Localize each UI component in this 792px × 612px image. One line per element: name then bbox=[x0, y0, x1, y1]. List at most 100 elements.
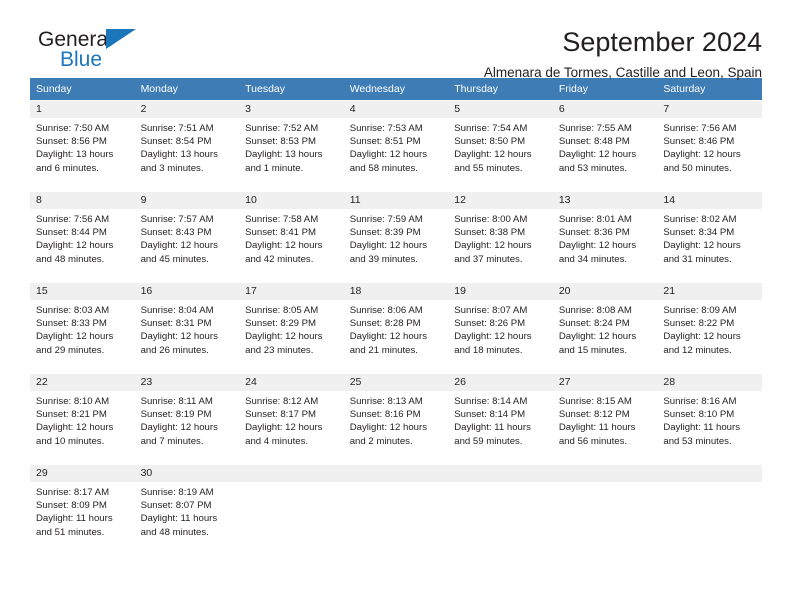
sunrise-text: Sunrise: 8:13 AM bbox=[349, 396, 423, 407]
day-number: 2 bbox=[134, 101, 240, 118]
day-number: 30 bbox=[134, 465, 240, 482]
sunrise-text: Sunrise: 8:12 AM bbox=[245, 396, 319, 407]
calendar-day-cell[interactable]: 30 Sunrise: 8:19 AM Sunset: 8:07 PM Dayligh… bbox=[134, 464, 240, 555]
generalblue-logo[interactable]: General Blue bbox=[30, 26, 150, 78]
sunset-text: Sunset: 8:38 PM bbox=[454, 227, 526, 239]
daylight-text: Daylight: 11 hours and 51 minutes. bbox=[36, 513, 113, 538]
calendar-day-cell[interactable]: 16 Sunrise: 8:04 AM Sunset: 8:31 PM Dayligh… bbox=[134, 282, 240, 374]
sunset-text: Sunset: 8:28 PM bbox=[349, 318, 421, 330]
day-details: Sunrise: 7:59 AM Sunset: 8:39 PM Daylight:… bbox=[344, 209, 449, 266]
day-details: Sunrise: 8:11 AM Sunset: 8:19 PM Daylight:… bbox=[135, 391, 240, 448]
day-cell-inner: 28 Sunrise: 8:16 AM Sunset: 8:10 PM Dayligh… bbox=[657, 374, 762, 464]
day-number: 17 bbox=[239, 283, 344, 300]
sunrise-text: Sunrise: 8:17 AM bbox=[36, 487, 110, 498]
daylight-text: Daylight: 12 hours and 15 minutes. bbox=[558, 331, 637, 356]
day-number: 21 bbox=[657, 283, 762, 300]
calendar-day-cell[interactable]: 26 Sunrise: 8:14 AM Sunset: 8:14 PM Dayligh… bbox=[448, 373, 553, 465]
day-number: 25 bbox=[343, 374, 449, 391]
day-number: 8 bbox=[30, 192, 135, 209]
day-details: Sunrise: 7:57 AM Sunset: 8:43 PM Daylight:… bbox=[135, 209, 240, 266]
calendar-empty-cell bbox=[343, 464, 449, 555]
calendar-day-cell[interactable]: 28 Sunrise: 8:16 AM Sunset: 8:10 PM Dayligh… bbox=[657, 373, 762, 465]
sunrise-text: Sunrise: 7:50 AM bbox=[36, 123, 110, 134]
calendar-day-cell[interactable]: 17 Sunrise: 8:05 AM Sunset: 8:29 PM Dayligh… bbox=[239, 282, 344, 374]
calendar-day-cell[interactable]: 23 Sunrise: 8:11 AM Sunset: 8:19 PM Dayligh… bbox=[134, 373, 240, 465]
calendar-day-cell[interactable]: 18 Sunrise: 8:06 AM Sunset: 8:28 PM Dayligh… bbox=[343, 282, 449, 374]
day-number: 23 bbox=[134, 374, 240, 391]
calendar-day-cell[interactable]: 1 Sunrise: 7:50 AM Sunset: 8:56 PM Daylight… bbox=[30, 100, 135, 192]
calendar-day-cell[interactable]: 22 Sunrise: 8:10 AM Sunset: 8:21 PM Dayligh… bbox=[30, 373, 135, 465]
calendar-day-cell[interactable]: 8 Sunrise: 7:56 AM Sunset: 8:44 PM Daylight… bbox=[30, 191, 135, 283]
calendar-week-row: 29 Sunrise: 8:17 AM Sunset: 8:09 PM Dayligh… bbox=[30, 464, 762, 555]
sunset-text: Sunset: 8:34 PM bbox=[663, 227, 735, 239]
calendar-day-cell[interactable]: 11 Sunrise: 7:59 AM Sunset: 8:39 PM Dayligh… bbox=[343, 191, 449, 283]
calendar-day-cell[interactable]: 14 Sunrise: 8:02 AM Sunset: 8:34 PM Dayligh… bbox=[657, 191, 762, 283]
day-number: 27 bbox=[552, 374, 658, 391]
sunset-text: Sunset: 8:24 PM bbox=[558, 318, 630, 330]
day-cell-inner: 29 Sunrise: 8:17 AM Sunset: 8:09 PM Dayligh… bbox=[30, 465, 135, 555]
calendar-day-cell[interactable]: 2 Sunrise: 7:51 AM Sunset: 8:54 PM Daylight… bbox=[134, 100, 240, 192]
calendar-day-cell[interactable]: 21 Sunrise: 8:09 AM Sunset: 8:22 PM Dayligh… bbox=[657, 282, 762, 374]
daylight-text: Daylight: 12 hours and 10 minutes. bbox=[36, 422, 114, 447]
calendar-day-cell[interactable]: 27 Sunrise: 8:15 AM Sunset: 8:12 PM Dayligh… bbox=[552, 373, 658, 465]
sunset-text: Sunset: 8:46 PM bbox=[663, 136, 735, 148]
sunrise-text: Sunrise: 7:57 AM bbox=[140, 214, 214, 225]
day-number: 10 bbox=[239, 192, 344, 209]
sunset-text: Sunset: 8:14 PM bbox=[454, 409, 526, 421]
day-cell-inner: 25 Sunrise: 8:13 AM Sunset: 8:16 PM Dayligh… bbox=[343, 374, 449, 464]
calendar-day-cell[interactable]: 5 Sunrise: 7:54 AM Sunset: 8:50 PM Daylight… bbox=[448, 100, 553, 192]
day-number bbox=[657, 465, 762, 482]
sunset-text: Sunset: 8:12 PM bbox=[558, 409, 630, 421]
day-number: 16 bbox=[134, 283, 240, 300]
sunset-text: Sunset: 8:48 PM bbox=[558, 136, 630, 148]
day-details: Sunrise: 8:09 AM Sunset: 8:22 PM Daylight:… bbox=[657, 300, 762, 357]
day-number bbox=[343, 465, 449, 482]
day-cell-inner: 21 Sunrise: 8:09 AM Sunset: 8:22 PM Dayligh… bbox=[657, 283, 762, 373]
calendar-day-cell[interactable]: 19 Sunrise: 8:07 AM Sunset: 8:26 PM Dayligh… bbox=[448, 282, 553, 374]
sunrise-text: Sunrise: 7:52 AM bbox=[245, 123, 319, 134]
sunrise-text: Sunrise: 7:53 AM bbox=[349, 123, 423, 134]
calendar-day-cell[interactable]: 24 Sunrise: 8:12 AM Sunset: 8:17 PM Dayligh… bbox=[239, 373, 344, 465]
calendar-day-cell[interactable]: 10 Sunrise: 7:58 AM Sunset: 8:41 PM Dayligh… bbox=[239, 191, 344, 283]
day-details: Sunrise: 8:06 AM Sunset: 8:28 PM Daylight:… bbox=[344, 300, 449, 357]
daylight-text: Daylight: 12 hours and 31 minutes. bbox=[663, 240, 741, 265]
day-cell-inner: 30 Sunrise: 8:19 AM Sunset: 8:07 PM Dayligh… bbox=[134, 465, 240, 555]
sunset-text: Sunset: 8:09 PM bbox=[36, 500, 107, 512]
sunrise-text: Sunrise: 8:03 AM bbox=[36, 305, 110, 316]
calendar-empty-cell bbox=[239, 464, 344, 555]
calendar-day-cell[interactable]: 4 Sunrise: 7:53 AM Sunset: 8:51 PM Daylight… bbox=[343, 100, 449, 192]
sunset-text: Sunset: 8:10 PM bbox=[663, 409, 735, 421]
day-details: Sunrise: 8:12 AM Sunset: 8:17 PM Daylight:… bbox=[239, 391, 344, 448]
daylight-text: Daylight: 11 hours and 48 minutes. bbox=[140, 513, 218, 538]
day-number: 3 bbox=[239, 101, 344, 118]
sunrise-text: Sunrise: 8:09 AM bbox=[663, 305, 737, 316]
daylight-text: Daylight: 12 hours and 7 minutes. bbox=[140, 422, 218, 447]
calendar-page: General Blue September 2024 Almenara de … bbox=[0, 0, 792, 612]
day-details: Sunrise: 7:52 AM Sunset: 8:53 PM Daylight:… bbox=[239, 118, 344, 175]
calendar-day-cell[interactable]: 25 Sunrise: 8:13 AM Sunset: 8:16 PM Dayligh… bbox=[343, 373, 449, 465]
calendar-day-cell[interactable]: 3 Sunrise: 7:52 AM Sunset: 8:53 PM Daylight… bbox=[239, 100, 344, 192]
day-cell-inner bbox=[448, 465, 553, 555]
daylight-text: Daylight: 13 hours and 3 minutes. bbox=[140, 149, 218, 174]
calendar-empty-cell bbox=[552, 464, 658, 555]
daylight-text: Daylight: 12 hours and 18 minutes. bbox=[454, 331, 532, 356]
sunrise-text: Sunrise: 7:55 AM bbox=[558, 123, 632, 134]
sunset-text: Sunset: 8:17 PM bbox=[245, 409, 317, 421]
day-details: Sunrise: 8:04 AM Sunset: 8:31 PM Daylight:… bbox=[135, 300, 240, 357]
logo-text-blue: Blue bbox=[60, 48, 103, 71]
day-cell-inner: 18 Sunrise: 8:06 AM Sunset: 8:28 PM Dayligh… bbox=[343, 283, 449, 373]
calendar-day-cell[interactable]: 29 Sunrise: 8:17 AM Sunset: 8:09 PM Dayligh… bbox=[30, 464, 135, 555]
calendar-day-cell[interactable]: 12 Sunrise: 8:00 AM Sunset: 8:38 PM Dayligh… bbox=[448, 191, 553, 283]
calendar-day-cell[interactable]: 9 Sunrise: 7:57 AM Sunset: 8:43 PM Daylight… bbox=[134, 191, 240, 283]
day-cell-inner: 23 Sunrise: 8:11 AM Sunset: 8:19 PM Dayligh… bbox=[134, 374, 240, 464]
calendar-day-cell[interactable]: 20 Sunrise: 8:08 AM Sunset: 8:24 PM Dayligh… bbox=[552, 282, 658, 374]
sunset-text: Sunset: 8:16 PM bbox=[349, 409, 421, 421]
day-cell-inner: 12 Sunrise: 8:00 AM Sunset: 8:38 PM Dayligh… bbox=[448, 192, 553, 282]
calendar-day-cell[interactable]: 7 Sunrise: 7:56 AM Sunset: 8:46 PM Daylight… bbox=[657, 100, 762, 192]
sunset-text: Sunset: 8:39 PM bbox=[349, 227, 421, 239]
calendar-day-cell[interactable]: 15 Sunrise: 8:03 AM Sunset: 8:33 PM Dayligh… bbox=[30, 282, 135, 374]
calendar-day-cell[interactable]: 13 Sunrise: 8:01 AM Sunset: 8:36 PM Dayligh… bbox=[552, 191, 658, 283]
sunset-text: Sunset: 8:33 PM bbox=[36, 318, 107, 330]
daylight-text: Daylight: 11 hours and 59 minutes. bbox=[454, 422, 531, 447]
calendar-day-cell[interactable]: 6 Sunrise: 7:55 AM Sunset: 8:48 PM Daylight… bbox=[552, 100, 658, 192]
